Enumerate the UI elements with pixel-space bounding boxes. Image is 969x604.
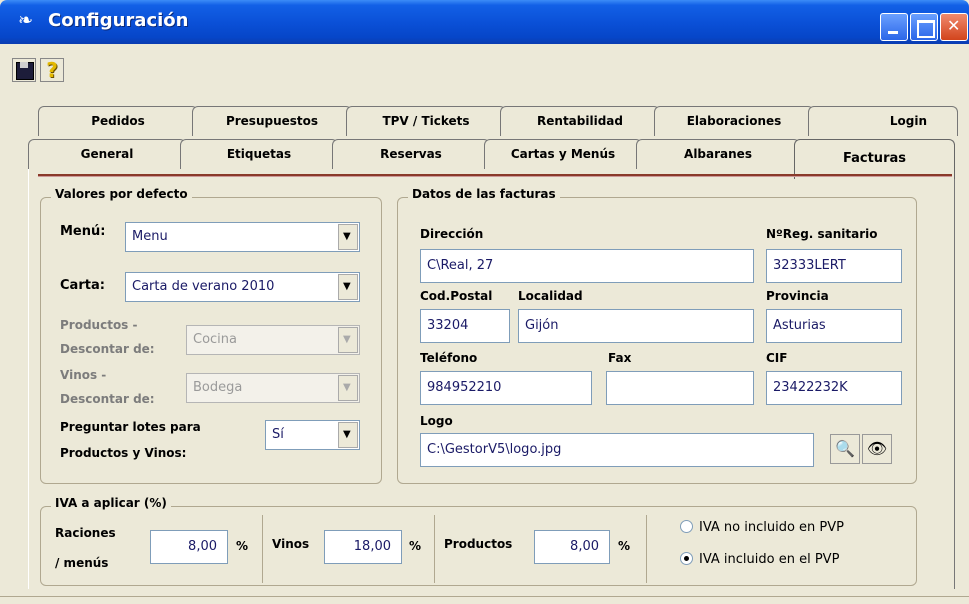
maximize-icon: [911, 14, 937, 40]
cif-field[interactable]: 23422232K: [766, 371, 902, 405]
telefono-label: Teléfono: [420, 351, 478, 365]
iva-group-title: IVA a aplicar (%): [51, 496, 171, 510]
invoice-group-title: Datos de las facturas: [408, 187, 560, 201]
raciones-label-1: Raciones: [55, 526, 116, 540]
iva-no-incluido-label: IVA no incluido en PVP: [699, 520, 844, 535]
title-bar[interactable]: ❧ Configuración: [0, 0, 969, 44]
carta-select[interactable]: Carta de verano 2010: [125, 272, 360, 302]
radio-checked-icon[interactable]: [680, 552, 693, 565]
iva-no-incluido-option[interactable]: IVA no incluido en PVP: [680, 520, 844, 535]
cod-postal-field[interactable]: 33204: [420, 309, 510, 343]
tab-tpv-tickets[interactable]: TPV / Tickets: [346, 106, 506, 136]
configuration-window: ❧ Configuración ? Pedidos Presupuestos T…: [0, 0, 969, 604]
iva-vinos-label: Vinos: [272, 537, 310, 551]
productos-label-2: Descontar de:: [60, 342, 155, 356]
window-title: Configuración: [48, 10, 189, 31]
maximize-button[interactable]: [910, 13, 938, 41]
lotes-label-1: Preguntar lotes para: [60, 420, 201, 434]
iva-productos-field[interactable]: 8,00: [534, 530, 610, 564]
question-help-icon[interactable]: ?: [40, 58, 64, 82]
localidad-label: Localidad: [518, 289, 583, 303]
chevron-down-icon[interactable]: [338, 274, 358, 300]
vinos-descontar-select: Bodega: [186, 373, 360, 403]
floppy-save-icon[interactable]: [12, 58, 36, 82]
cod-postal-label: Cod.Postal: [420, 289, 493, 303]
iva-productos-pct: %: [618, 539, 631, 553]
menu-select[interactable]: Menu: [125, 222, 360, 252]
productos-descontar-select: Cocina: [186, 325, 360, 355]
vinos-label-1: Vinos -: [60, 368, 107, 382]
productos-descontar-value: Cocina: [193, 332, 237, 347]
direccion-field[interactable]: C\Real, 27: [420, 249, 754, 283]
eye-preview-icon[interactable]: 👁: [862, 434, 892, 464]
cif-label: CIF: [766, 351, 788, 365]
iva-productos-label: Productos: [444, 537, 513, 551]
tab-elaboraciones[interactable]: Elaboraciones: [654, 106, 814, 136]
localidad-field[interactable]: Gijón: [518, 309, 754, 343]
carta-select-value: Carta de verano 2010: [132, 279, 275, 294]
lotes-select[interactable]: Sí: [265, 420, 360, 450]
iva-separator: [262, 515, 263, 583]
carta-label: Carta:: [60, 278, 105, 293]
provincia-label: Provincia: [766, 289, 829, 303]
iva-incluido-option[interactable]: IVA incluido en el PVP: [680, 552, 839, 567]
menu-label: Menú:: [60, 224, 106, 239]
close-button[interactable]: [940, 13, 968, 41]
fax-label: Fax: [608, 351, 632, 365]
minimize-button[interactable]: [880, 13, 908, 41]
iva-raciones-field[interactable]: 8,00: [150, 530, 228, 564]
vinos-label-2: Descontar de:: [60, 392, 155, 406]
iva-incluido-label: IVA incluido en el PVP: [699, 552, 840, 567]
raciones-label-2: / menús: [55, 556, 109, 570]
vinos-descontar-value: Bodega: [193, 380, 243, 395]
iva-vinos-field[interactable]: 18,00: [324, 530, 402, 564]
fax-field[interactable]: [606, 371, 754, 405]
toolbar: ?: [0, 50, 969, 90]
reg-sanitario-label: NºReg. sanitario: [766, 227, 878, 241]
reg-sanitario-field[interactable]: 32333LERT: [766, 249, 902, 283]
chevron-down-icon[interactable]: [338, 224, 358, 250]
iva-separator: [646, 515, 647, 583]
tab-presupuestos[interactable]: Presupuestos: [192, 106, 352, 136]
minimize-icon: [881, 14, 907, 40]
window-bottom-edge: [0, 596, 969, 604]
direccion-label: Dirección: [420, 227, 484, 241]
logo-path-field[interactable]: C:\GestorV5\logo.jpg: [420, 433, 814, 467]
chevron-down-icon: [338, 327, 358, 353]
iva-raciones-pct: %: [236, 539, 249, 553]
tab-cartas-y-menus[interactable]: Cartas y Menús: [484, 139, 642, 169]
defaults-group-title: Valores por defecto: [51, 187, 192, 201]
lotes-label-2: Productos y Vinos:: [60, 446, 187, 460]
close-icon: [941, 14, 967, 40]
productos-label-1: Productos -: [60, 318, 138, 332]
tab-login[interactable]: Login: [808, 106, 958, 136]
menu-select-value: Menu: [132, 229, 168, 244]
tab-facturas[interactable]: Facturas: [794, 139, 955, 179]
lotes-select-value: Sí: [272, 427, 284, 442]
search-icon[interactable]: 🔍: [830, 434, 860, 464]
logo-label: Logo: [420, 414, 453, 428]
iva-separator: [434, 515, 435, 583]
iva-vinos-pct: %: [409, 539, 422, 553]
radio-unchecked-icon[interactable]: [680, 520, 693, 533]
tab-etiquetas[interactable]: Etiquetas: [180, 139, 338, 169]
tab-general[interactable]: General: [28, 139, 186, 169]
app-icon: ❧: [18, 10, 34, 31]
telefono-field[interactable]: 984952210: [420, 371, 592, 405]
tab-rentabilidad[interactable]: Rentabilidad: [500, 106, 660, 136]
provincia-field[interactable]: Asturias: [766, 309, 902, 343]
tab-albaranes[interactable]: Albaranes: [636, 139, 800, 169]
panel-divider: [38, 174, 952, 177]
chevron-down-icon: [338, 375, 358, 401]
chevron-down-icon[interactable]: [338, 422, 358, 448]
tab-reservas[interactable]: Reservas: [332, 139, 490, 169]
tab-pedidos[interactable]: Pedidos: [38, 106, 198, 136]
